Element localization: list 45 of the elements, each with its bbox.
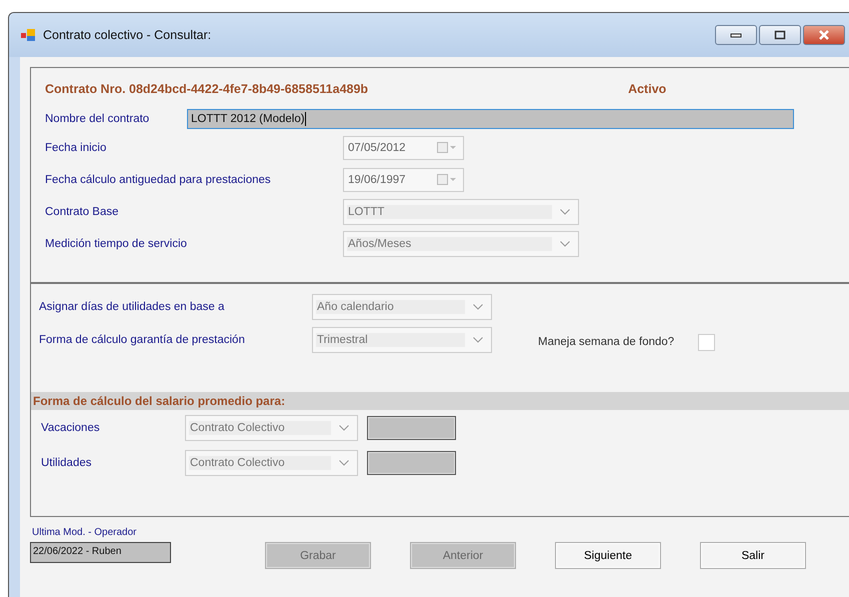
chevron-icon <box>339 424 349 430</box>
checkbox-label: Maneja semana de fondo? <box>538 336 674 348</box>
contract-number: Contrato Nro. 08d24bcd-4422-4fe7-8b49-6858511a489b <box>45 82 368 98</box>
calendar-icon <box>437 142 457 154</box>
action-button[interactable]: Salir <box>700 542 806 569</box>
date-field[interactable]: 19/06/1997 <box>343 168 464 192</box>
field-label: Vacaciones <box>40 422 101 434</box>
chevron-icon <box>473 304 483 310</box>
operator-field: 22/06/2022 - Ruben <box>30 542 171 563</box>
chevron-icon <box>560 209 570 215</box>
window-title: Contrato colectivo - Consultar: <box>43 28 212 42</box>
dropdown[interactable]: Años/Meses <box>343 231 579 257</box>
input-field[interactable] <box>367 450 456 474</box>
chevron-icon <box>560 241 570 247</box>
checkbox[interactable] <box>698 334 716 350</box>
dropdown[interactable]: LOTTT <box>343 199 579 225</box>
minimize-icon <box>730 32 742 38</box>
action-button[interactable]: Siguiente <box>555 542 661 569</box>
field-label: Utilidades <box>40 456 92 468</box>
field-label: Nombre del contrato <box>45 113 150 125</box>
close-button[interactable] <box>803 25 845 45</box>
footer-label: Ultima Mod. - Operador <box>31 527 138 538</box>
app-icon <box>21 29 35 41</box>
restore-icon <box>774 30 786 40</box>
option-label: Asignar días de utilidades en base a <box>39 300 226 312</box>
minimize-button[interactable] <box>715 25 757 45</box>
name-field[interactable]: LOTTT 2012 (Modelo) <box>187 109 794 129</box>
dropdown[interactable]: Trimestral <box>312 326 492 352</box>
calendar-icon <box>437 174 457 186</box>
restore-button[interactable] <box>759 25 801 45</box>
date-field[interactable]: 07/05/2012 <box>343 136 464 160</box>
section-title: Forma de cálculo del salario promedio para: <box>33 394 286 408</box>
dropdown[interactable]: Año calendario <box>312 294 492 320</box>
chevron-icon <box>339 460 349 466</box>
field-label: Contrato Base <box>45 206 120 218</box>
contract-status: Activo <box>628 82 666 98</box>
close-icon <box>817 30 831 40</box>
dropdown[interactable]: Contrato Colectivo <box>185 450 358 476</box>
field-label: Fecha inicio <box>45 142 108 154</box>
field-label: Fecha cálculo antiguedad para prestaciones <box>45 174 272 186</box>
field-label: Medición tiempo de servicio <box>45 238 188 250</box>
input-field[interactable] <box>367 416 456 440</box>
option-label: Forma de cálculo garantía de prestación <box>39 334 246 346</box>
chevron-icon <box>473 336 483 342</box>
dropdown[interactable]: Contrato Colectivo <box>185 414 358 440</box>
